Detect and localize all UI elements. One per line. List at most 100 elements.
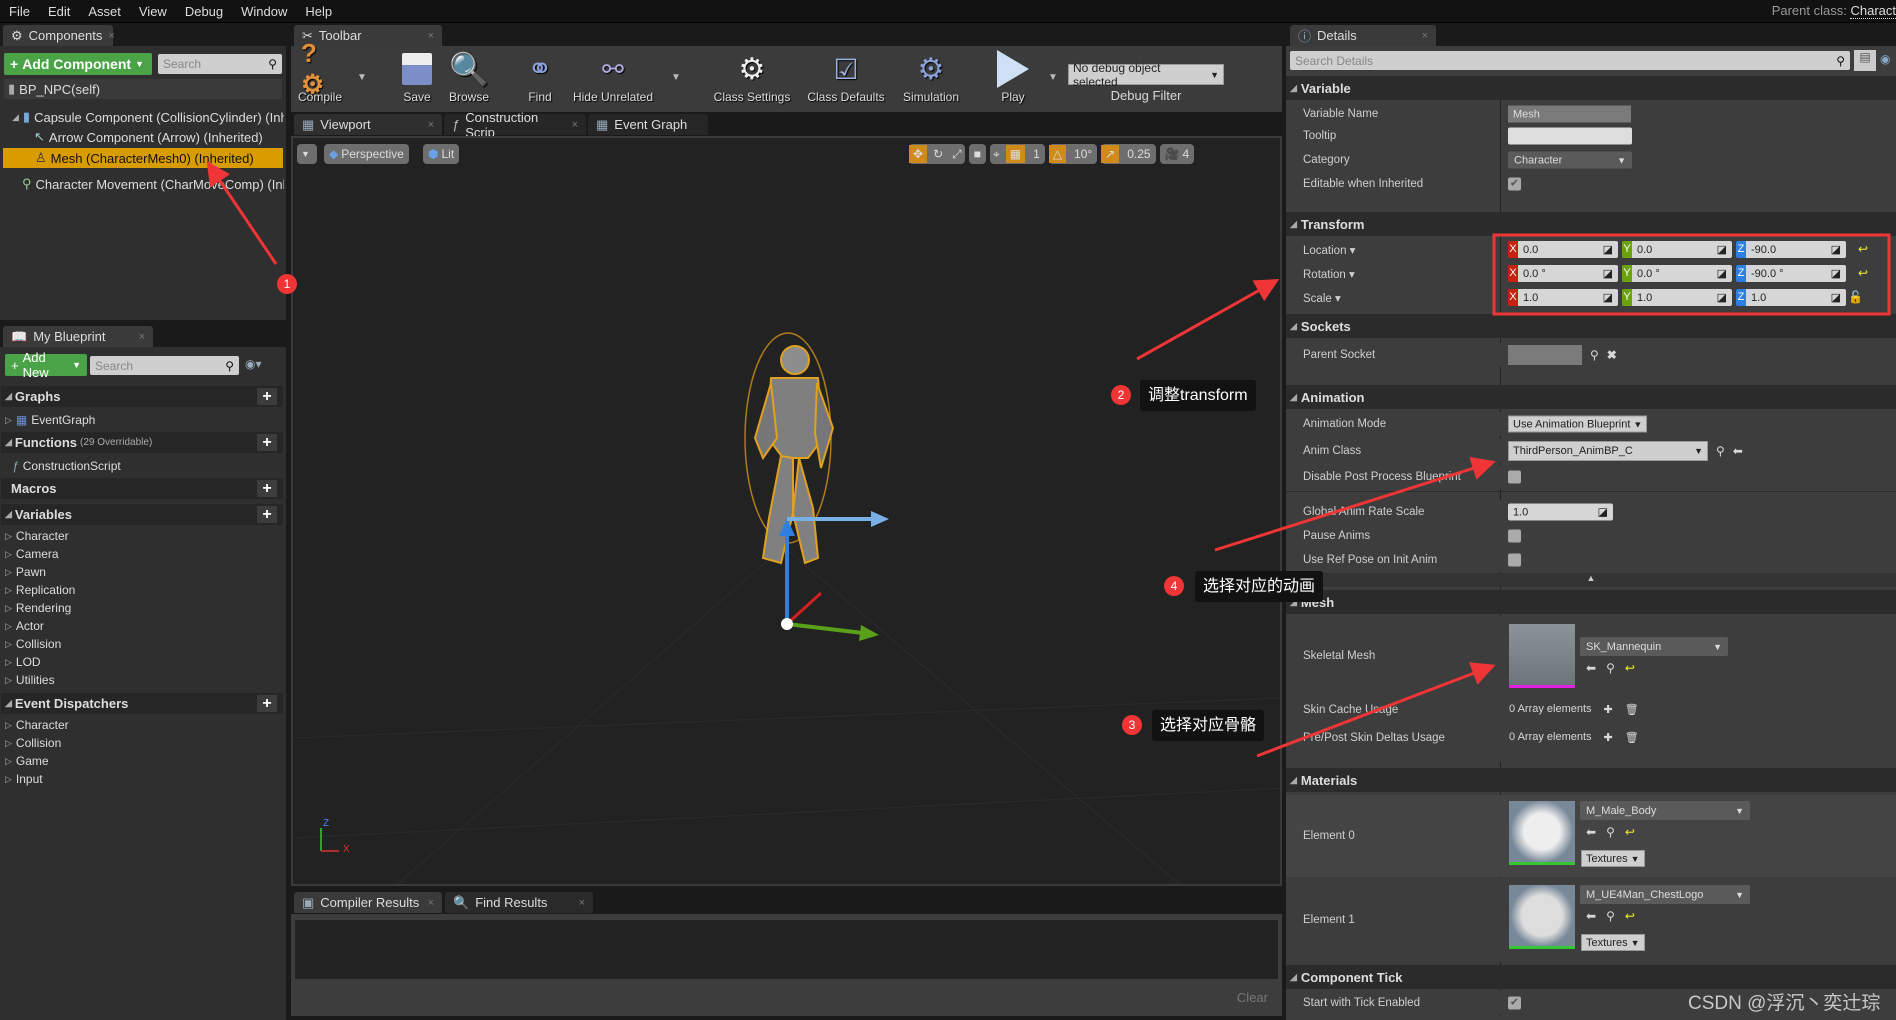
chevron-down-icon[interactable]: ▾	[1332, 293, 1341, 305]
section-sockets[interactable]: ◢ Sockets	[1286, 314, 1896, 338]
chevron-down-icon[interactable]: ▾	[1346, 269, 1355, 281]
material-1-combo[interactable]: M_UE4Man_ChestLogo ▼	[1580, 885, 1750, 904]
debug-object-select[interactable]: No debug object selected ▼	[1068, 61, 1224, 89]
chevron-down-icon[interactable]: ▾	[1346, 245, 1356, 257]
tab-details[interactable]: ⓘ Details ×	[1290, 25, 1436, 46]
section-variable[interactable]: ◢ Variable	[1286, 76, 1896, 100]
category-combo[interactable]: Character ▼	[1508, 151, 1632, 169]
add-variable-button[interactable]: +	[257, 506, 277, 523]
gizmo-red-axis[interactable]	[785, 591, 823, 626]
clear-button[interactable]: Clear	[1237, 990, 1268, 1005]
start-tick-checkbox[interactable]: ✔	[1508, 996, 1521, 1010]
textures-button[interactable]: Textures ▼	[1581, 934, 1645, 951]
var-cat[interactable]: ▷ Pawn	[1, 563, 75, 581]
scale-snap-value[interactable]: 0.25	[1122, 147, 1155, 161]
add-graph-button[interactable]: +	[257, 388, 277, 405]
rotation-snap-value[interactable]: 10°	[1069, 147, 1097, 161]
gizmo-y-arrowhead[interactable]	[859, 625, 879, 641]
browse-search-icon[interactable]: ⚲	[1606, 909, 1615, 923]
var-cat[interactable]: ▷ Replication	[1, 581, 75, 599]
dispatcher-cat[interactable]: ▷ Character	[1, 716, 69, 734]
details-search-input[interactable]: Search Details ⚲	[1290, 51, 1850, 70]
reset-default-icon[interactable]: ↩	[1858, 266, 1868, 280]
var-cat[interactable]: ▷ Actor	[1, 617, 75, 635]
lock-icon[interactable]: 🔓	[1848, 290, 1863, 304]
dispatcher-cat[interactable]: ▷ Game	[1, 752, 69, 770]
menu-asset[interactable]: Asset	[79, 0, 130, 23]
perspective-button[interactable]: ◆ Perspective	[324, 144, 409, 164]
menu-debug[interactable]: Debug	[176, 0, 232, 23]
section-transform[interactable]: ◢ Transform	[1286, 212, 1896, 236]
scale-icon[interactable]: ⤢	[949, 147, 965, 162]
numeric-input[interactable]: 1.0 ◪	[1632, 289, 1732, 306]
browse-button[interactable]: 🔍 Browse	[449, 50, 489, 104]
section-animation[interactable]: ◢ Animation	[1286, 385, 1896, 409]
play-button[interactable]: Play	[994, 50, 1032, 104]
add-macro-button[interactable]: +	[257, 480, 277, 497]
tab-compiler-results[interactable]: ▣ Compiler Results ×	[294, 892, 442, 913]
grid-snap-icon[interactable]: ▦	[1005, 145, 1026, 163]
drag-handle-icon[interactable]: ◪	[1603, 291, 1613, 304]
drag-handle-icon[interactable]: ◪	[1831, 267, 1841, 280]
ref-pose-checkbox[interactable]	[1508, 553, 1521, 567]
search-icon[interactable]: ⚲	[1590, 348, 1599, 362]
add-element-plus-icon[interactable]: ✚	[1604, 731, 1613, 744]
rotate-icon[interactable]: ↻	[930, 147, 946, 161]
numeric-input[interactable]: 0.0 ◪	[1518, 241, 1618, 258]
add-function-button[interactable]: +	[257, 434, 277, 451]
browse-search-icon[interactable]: ⚲	[1606, 661, 1615, 675]
drag-handle-icon[interactable]: ◪	[1603, 243, 1613, 256]
anim-rate-input[interactable]: 1.0 ◪	[1508, 503, 1613, 521]
class-defaults-button[interactable]: ☑ Class Defaults	[807, 50, 884, 105]
parent-class-link[interactable]: Charact	[1850, 3, 1896, 19]
use-selected-arrow-icon[interactable]: ⬅	[1733, 444, 1743, 458]
skeletal-mesh-thumbnail[interactable]	[1509, 624, 1575, 688]
drag-handle-icon[interactable]: ◪	[1717, 267, 1727, 280]
compile-options-chevron-icon[interactable]: ▼	[357, 72, 367, 83]
numeric-input[interactable]: 0.0 ° ◪	[1518, 265, 1618, 282]
menu-window[interactable]: Window	[232, 0, 296, 23]
scale-snap-icon[interactable]: ↗	[1101, 145, 1120, 163]
collapse-advanced-icon[interactable]: ▲	[1286, 573, 1896, 587]
component-self[interactable]: ▮ BP_NPC(self)	[4, 79, 282, 99]
lit-button[interactable]: ⬢ Lit	[423, 144, 460, 164]
scale-label[interactable]: Scale ▾	[1303, 291, 1341, 305]
close-icon[interactable]: ×	[428, 897, 434, 909]
var-cat[interactable]: ▷ Utilities	[1, 671, 75, 689]
drag-handle-icon[interactable]: ◪	[1717, 243, 1727, 256]
location-x-field[interactable]: X 0.0 ◪	[1508, 241, 1618, 258]
visibility-eye-icon[interactable]: ◉	[1880, 52, 1890, 66]
drag-handle-icon[interactable]: ◪	[1603, 267, 1613, 280]
compile-button[interactable]: ?⚙ Compile	[298, 38, 342, 104]
numeric-input[interactable]: -90.0 ◪	[1746, 241, 1846, 258]
translate-icon[interactable]: ✥	[909, 145, 928, 163]
drag-handle-icon[interactable]: ◪	[1717, 291, 1727, 304]
tab-construction-script[interactable]: ƒ Construction Scrip ×	[444, 110, 586, 140]
drag-handle-icon[interactable]: ◪	[1831, 243, 1841, 256]
component-mesh-selected[interactable]: ♙ Mesh (CharacterMesh0) (Inherited)	[3, 148, 283, 168]
reset-default-icon[interactable]: ↩	[1625, 825, 1635, 839]
component-capsule[interactable]: ◢ ▮ Capsule Component (CollisionCylinder) …	[12, 107, 284, 127]
delete-trash-icon[interactable]: 🗑	[1625, 703, 1639, 716]
tab-find-results[interactable]: 🔍 Find Results ×	[445, 892, 593, 913]
world-local-button[interactable]: ■	[968, 144, 986, 164]
simulation-button[interactable]: ⚙ Simulation	[903, 50, 959, 105]
scale-z-field[interactable]: Z 1.0 ◪	[1736, 289, 1846, 306]
reset-default-icon[interactable]: ↩	[1625, 661, 1635, 675]
numeric-input[interactable]: 0.0 ° ◪	[1632, 265, 1732, 282]
components-search-input[interactable]: Search ⚲	[158, 54, 282, 74]
location-z-field[interactable]: Z -90.0 ◪	[1736, 241, 1846, 258]
var-cat[interactable]: ▷ Collision	[1, 635, 75, 653]
close-icon[interactable]: ×	[428, 119, 434, 131]
pause-anims-checkbox[interactable]	[1508, 529, 1521, 543]
angle-snap-icon[interactable]: △	[1048, 145, 1067, 163]
hide-unrelated-button[interactable]: ⚯ Hide Unrelated	[573, 50, 653, 105]
rotation-z-field[interactable]: Z -90.0 ° ◪	[1736, 265, 1846, 282]
use-selected-arrow-icon[interactable]: ⬅	[1586, 661, 1596, 675]
menu-view[interactable]: View	[130, 0, 176, 23]
material-0-combo[interactable]: M_Male_Body ▼	[1580, 801, 1750, 820]
tab-event-graph[interactable]: ▦ Event Graph	[588, 114, 708, 135]
rotation-y-field[interactable]: Y 0.0 ° ◪	[1622, 265, 1732, 282]
surface-snap-icon[interactable]: ⌖	[990, 147, 1003, 162]
play-options-chevron-icon[interactable]: ▼	[1048, 72, 1058, 83]
